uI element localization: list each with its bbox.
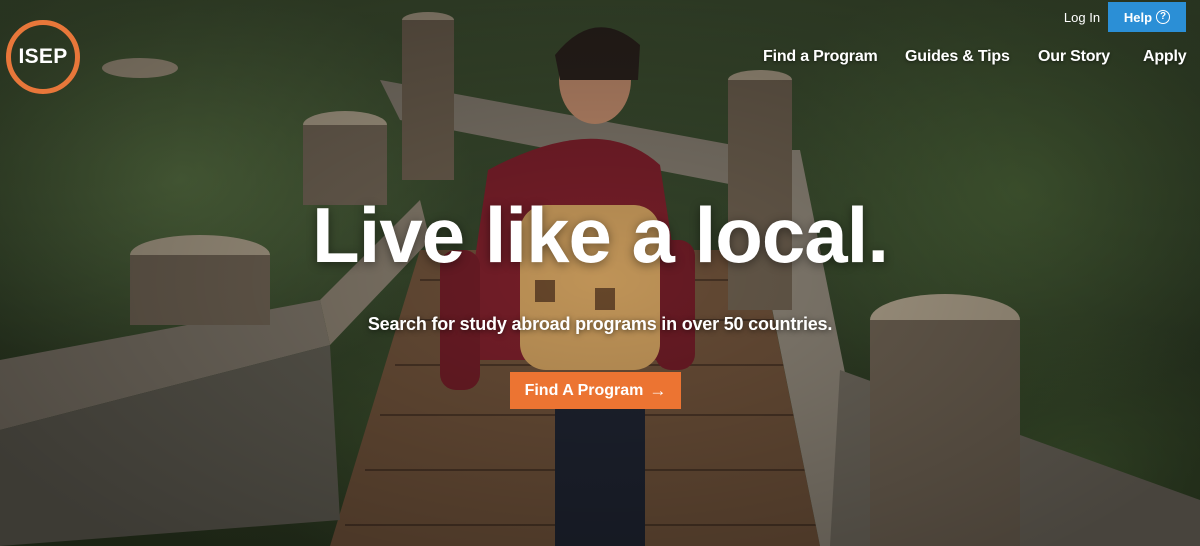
nav-find-a-program[interactable]: Find a Program bbox=[763, 48, 878, 70]
help-label: Help bbox=[1123, 9, 1153, 25]
help-button[interactable]: Help ? bbox=[1108, 2, 1186, 32]
nav-apply[interactable]: Apply bbox=[1143, 48, 1187, 70]
login-link[interactable]: Log In bbox=[1056, 4, 1108, 30]
cta-label: Find A Program bbox=[524, 381, 644, 399]
nav-guides-tips[interactable]: Guides & Tips bbox=[905, 48, 1010, 70]
hero-section: ISEP Log In Help ? Find a Program Guides… bbox=[0, 0, 1200, 546]
hero-headline: Live like a local. bbox=[312, 191, 889, 279]
isep-logo[interactable]: ISEP bbox=[6, 20, 80, 94]
hero-subtitle: Search for study abroad programs in over… bbox=[367, 314, 833, 334]
nav-our-story[interactable]: Our Story bbox=[1038, 48, 1110, 70]
find-a-program-button[interactable]: Find A Program → bbox=[510, 372, 681, 409]
question-circle-icon: ? bbox=[1156, 10, 1171, 24]
arrow-right-icon: → bbox=[649, 380, 667, 400]
logo-text: ISEP bbox=[18, 45, 68, 68]
